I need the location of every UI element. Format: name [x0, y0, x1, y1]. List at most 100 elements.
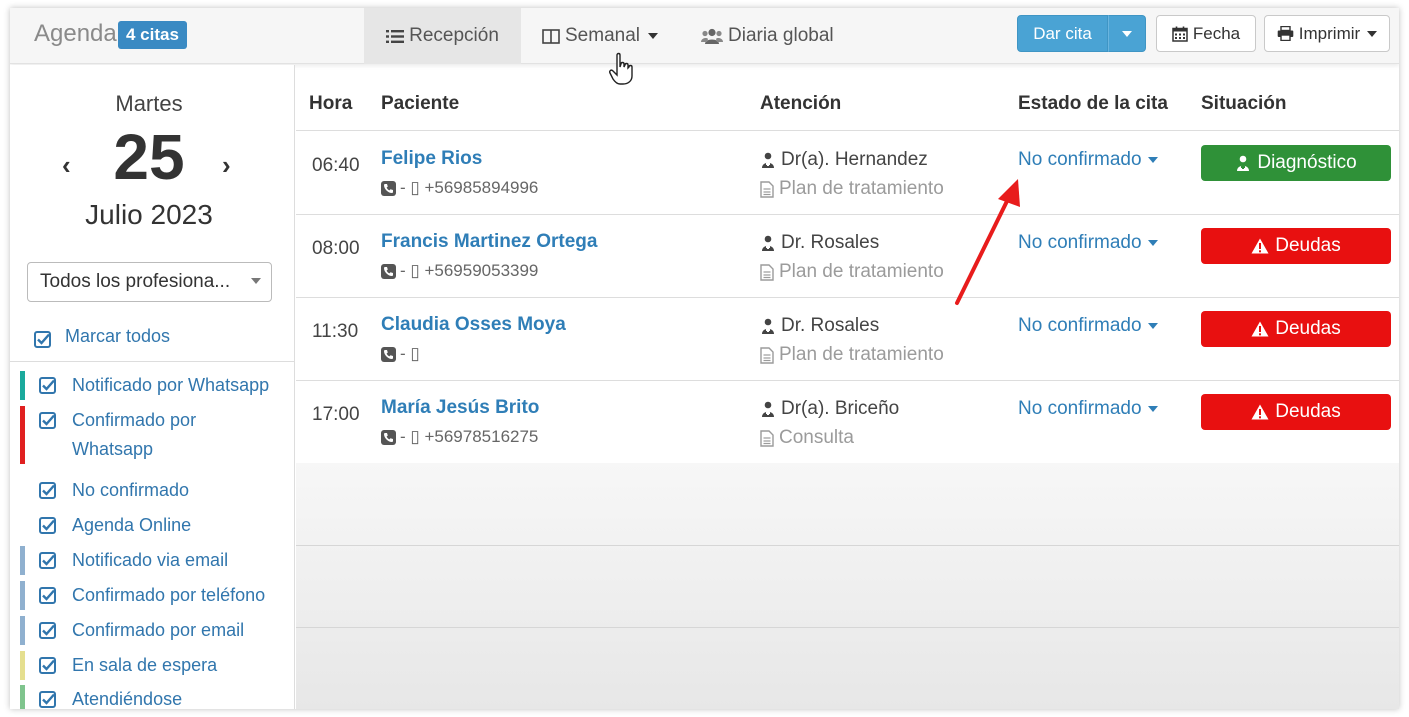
checkbox-checked-icon	[39, 377, 56, 394]
divider	[296, 627, 1399, 628]
professional-name: Dr(a). Hernandez	[781, 149, 928, 170]
professional-select-value: Todos los profesiona...	[40, 271, 231, 292]
tab-recepcion[interactable]: Recepción	[364, 8, 521, 64]
status-filter-label: Confirmado por Whatsapp	[72, 410, 197, 459]
status-filter-item[interactable]: No confirmado	[20, 476, 282, 505]
status-filter-label: Confirmado por email	[72, 620, 245, 640]
situation-label: Deudas	[1275, 318, 1341, 339]
annotation-arrow-icon	[955, 179, 1020, 305]
fecha-label: Fecha	[1192, 23, 1241, 43]
tab-semanal[interactable]: Semanal	[542, 8, 658, 64]
patient-name-link[interactable]: María Jesús Brito	[381, 397, 539, 419]
checkbox-checked-icon	[39, 587, 56, 604]
patient-phone-text: - ▯ +56959053399	[400, 261, 539, 280]
treatment-type: Plan de tratamiento	[760, 344, 944, 366]
top-bar: Agenda 4 citas Recepción Semanal Diaria …	[10, 8, 1399, 85]
status-filter-item[interactable]: Confirmado por teléfono	[20, 581, 282, 610]
status-filter-item[interactable]: Atendiéndose	[20, 685, 282, 709]
imprimir-label: Imprimir	[1298, 23, 1361, 43]
status-filter-label: Notificado por Whatsapp	[72, 375, 270, 395]
document-icon	[760, 429, 774, 447]
col-estado: Estado de la cita	[1018, 93, 1168, 114]
status-filter-item[interactable]: Agenda Online	[20, 511, 282, 540]
professional: Dr. Rosales	[760, 315, 879, 337]
situation-badge-button[interactable]: Deudas	[1201, 311, 1391, 347]
document-icon	[760, 180, 774, 198]
sidebar: Martes ‹ 25 › Julio 2023 Todos los profe…	[10, 65, 295, 709]
chevron-down-icon	[1147, 157, 1158, 163]
situation-label: Deudas	[1275, 401, 1341, 422]
checkbox-checked-icon	[39, 412, 56, 429]
table-row[interactable]: 08:00 Francis Martinez Ortega - ▯ +5695905…	[296, 215, 1399, 298]
checkbox-checked-icon	[39, 552, 56, 569]
situation-badge-button[interactable]: Deudas	[1201, 394, 1391, 430]
patient-phone-text: - ▯ +56985894996	[400, 178, 539, 197]
status-color-bar	[20, 371, 25, 400]
appointment-status-dropdown[interactable]: No confirmado	[1018, 149, 1158, 171]
patient-phone-text: - ▯	[400, 344, 420, 363]
status-color-bar	[20, 616, 25, 645]
patient-phone: - ▯	[381, 344, 420, 364]
day-number: 25	[113, 121, 185, 193]
appointment-time: 17:00	[312, 404, 360, 425]
status-filter-label: Confirmado por teléfono	[72, 585, 266, 605]
patient-phone-text: - ▯ +56978516275	[400, 427, 539, 446]
treatment-type-text: Consulta	[779, 427, 854, 448]
patient-name-link[interactable]: Francis Martinez Ortega	[381, 231, 597, 253]
appointment-status-dropdown[interactable]: No confirmado	[1018, 232, 1158, 254]
table-row[interactable]: 17:00 María Jesús Brito - ▯ +56978516275 Dr…	[296, 381, 1399, 464]
appointment-status-dropdown[interactable]: No confirmado	[1018, 315, 1158, 337]
status-filter-item[interactable]: Notificado via email	[20, 546, 282, 575]
users-icon	[701, 28, 723, 44]
app-window: Agenda 4 citas Recepción Semanal Diaria …	[10, 8, 1399, 709]
divider	[10, 361, 295, 362]
status-filter-label: No confirmado	[72, 480, 190, 500]
fecha-button[interactable]: Fecha	[1156, 15, 1256, 52]
appointment-status-label: No confirmado	[1018, 232, 1142, 253]
dar-cita-dropdown-button[interactable]	[1108, 15, 1146, 52]
dar-cita-button[interactable]: Dar cita	[1017, 15, 1108, 52]
situation-badge-button[interactable]: Diagnóstico	[1201, 145, 1391, 181]
doctor-icon	[762, 401, 774, 417]
professional: Dr. Rosales	[760, 232, 879, 254]
status-color-bar	[20, 546, 25, 575]
doctor-icon	[762, 318, 774, 334]
checkbox-checked-icon	[34, 331, 51, 348]
status-filter-item[interactable]: Notificado por Whatsapp	[20, 371, 282, 400]
situation-badge-button[interactable]: Deudas	[1201, 228, 1391, 264]
patient-name-link[interactable]: Felipe Rios	[381, 148, 482, 170]
col-paciente: Paciente	[381, 93, 460, 114]
phone-icon	[381, 346, 396, 362]
mark-all-checkbox[interactable]: Marcar todos	[34, 325, 170, 348]
checkbox-checked-icon	[39, 691, 56, 708]
professional-select[interactable]: Todos los profesiona...	[27, 262, 272, 302]
list-icon	[386, 29, 405, 43]
appointment-status-dropdown[interactable]: No confirmado	[1018, 398, 1158, 420]
status-filter-item[interactable]: Confirmado por email	[20, 616, 282, 645]
columns-icon	[542, 28, 560, 44]
status-filter-item[interactable]: Confirmado por Whatsapp	[20, 406, 282, 464]
treatment-type-text: Plan de tratamiento	[779, 344, 944, 365]
professional: Dr(a). Briceño	[760, 398, 899, 420]
status-color-bar	[20, 651, 25, 680]
status-color-bar	[20, 406, 25, 464]
chevron-down-icon	[1147, 406, 1158, 412]
professional: Dr(a). Hernandez	[760, 149, 928, 171]
tab-diaria-global[interactable]: Diaria global	[701, 8, 834, 64]
checkbox-checked-icon	[39, 517, 56, 534]
professional-name: Dr. Rosales	[781, 315, 880, 336]
tab-recepcion-label: Recepción	[409, 25, 499, 46]
imprimir-button[interactable]: Imprimir	[1264, 15, 1390, 52]
tab-semanal-label: Semanal	[565, 25, 640, 46]
table-row[interactable]: 06:40 Felipe Rios - ▯ +56985894996 Dr(a). H…	[296, 132, 1399, 215]
chevron-down-icon	[251, 278, 261, 284]
chevron-down-icon	[1367, 30, 1378, 37]
table-row[interactable]: 11:30 Claudia Osses Moya - ▯ Dr. Rosales Pla…	[296, 298, 1399, 381]
appointment-status-label: No confirmado	[1018, 398, 1142, 419]
checkbox-checked-icon	[39, 622, 56, 639]
next-day-button[interactable]: ›	[222, 150, 231, 181]
status-filter-label: Notificado via email	[72, 550, 229, 570]
patient-name-link[interactable]: Claudia Osses Moya	[381, 314, 566, 336]
treatment-type: Consulta	[760, 427, 854, 449]
status-filter-item[interactable]: En sala de espera	[20, 651, 282, 680]
